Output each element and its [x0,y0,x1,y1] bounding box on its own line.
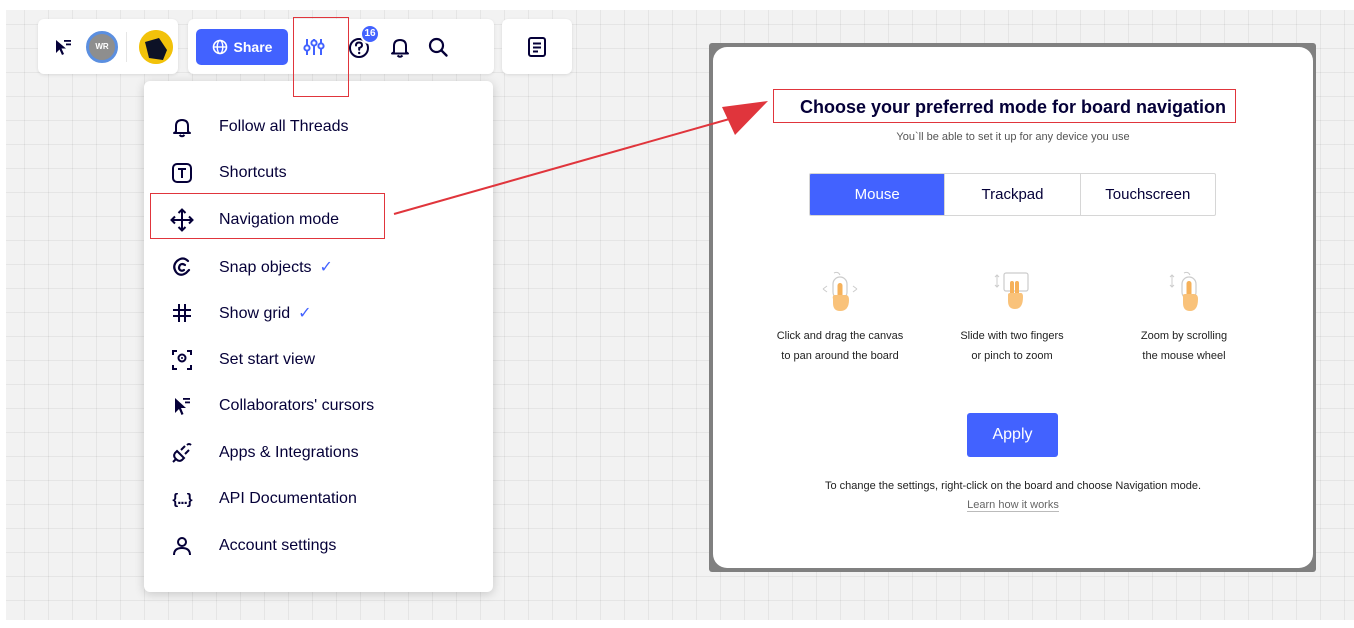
menu-item-account-settings[interactable]: Account settings [144,526,493,566]
trackpad-icon [994,272,1029,309]
board-edge [0,0,6,628]
api-braces-icon: {...} [172,490,192,508]
shortcut-key-icon [170,161,194,185]
menu-item-label: Snap objects ✓ [219,259,333,276]
scroll-caption: Zoom by scrolling the mouse wheel [1140,330,1228,362]
device-mode-selector: Mouse Trackpad Touchscreen [809,173,1216,216]
notifications-button[interactable] [382,27,418,67]
menu-item-follow-threads[interactable]: Follow all Threads [144,107,493,147]
grid-icon [170,301,194,325]
menu-item-collaborators-cursors[interactable]: Collaborators' cursors [144,386,493,426]
cursor-icon[interactable] [48,32,78,62]
menu-item-shortcuts[interactable]: Shortcuts [144,153,493,193]
bell-icon [170,115,194,139]
avatar[interactable]: WR [86,30,118,63]
notes-button[interactable] [519,29,555,65]
notes-panel [502,19,572,74]
menu-item-set-start-view[interactable]: Set start view [144,340,493,380]
menu-item-snap-objects[interactable]: Snap objects ✓ [144,247,493,287]
dialog-subtitle: You`ll be able to set it up for any devi… [896,131,1130,143]
mouse-scroll-icon [1169,271,1198,311]
tab-mouse[interactable]: Mouse [810,174,945,215]
highlight-dialog-title [773,89,1236,123]
menu-item-apps-integrations[interactable]: Apps & Integrations [144,433,493,473]
menu-item-label: Collaborators' cursors [219,397,375,414]
mouse-drag-icon [822,271,858,311]
menu-item-label: Follow all Threads [219,118,349,135]
check-icon: ✓ [298,305,312,322]
plug-icon [170,441,194,465]
check-icon: ✓ [319,259,333,276]
menu-item-label: Show grid ✓ [219,305,312,322]
share-button[interactable]: Share [196,28,288,65]
avatar[interactable] [139,29,173,64]
learn-how-link: Learn how it works [713,499,1313,512]
trackpad-caption: Slide with two fingers or pinch to zoom [960,330,1064,362]
share-label: Share [233,38,273,55]
globe-icon [212,39,227,54]
collaborators-panel: WR [38,19,178,74]
divider [126,31,127,62]
avatar-image-icon [139,29,173,64]
settings-menu: Follow all Threads Shortcuts Navigation … [144,81,493,592]
menu-item-label: Apps & Integrations [219,444,359,461]
eye-frame-icon [170,348,194,372]
search-icon [428,37,448,57]
menu-item-label: Set start view [219,351,316,368]
tab-touchscreen[interactable]: Touchscreen [1079,174,1215,215]
cursor-icon [170,394,194,418]
apply-button[interactable]: Apply [967,413,1058,457]
menu-item-show-grid[interactable]: Show grid ✓ [144,293,493,333]
board-edge [0,0,1354,10]
menu-item-api-documentation[interactable]: {...} API Documentation [144,479,493,519]
help-badge: 16 [360,23,380,44]
bell-icon [391,38,409,58]
mouse-caption: Click and drag the canvas to pan around … [776,330,904,362]
menu-item-label: Shortcuts [219,164,287,181]
avatar-initials: WR [95,42,109,51]
board-edge [0,620,1354,628]
dialog-footer: To change the settings, right-click on t… [824,480,1202,492]
menu-item-label: API Documentation [219,490,357,507]
highlight-navigation-mode [150,193,385,239]
menu-item-label: Account settings [219,537,337,554]
tab-trackpad[interactable]: Trackpad [944,174,1079,215]
search-button[interactable] [420,27,456,67]
highlight-settings-button [293,17,349,97]
magnet-icon [170,255,194,279]
learn-how-link-text[interactable]: Learn how it works [967,499,1059,512]
navigation-mode-dialog: Choose your preferred mode for board nav… [713,47,1313,568]
notes-icon [528,36,546,57]
user-icon [170,534,194,558]
